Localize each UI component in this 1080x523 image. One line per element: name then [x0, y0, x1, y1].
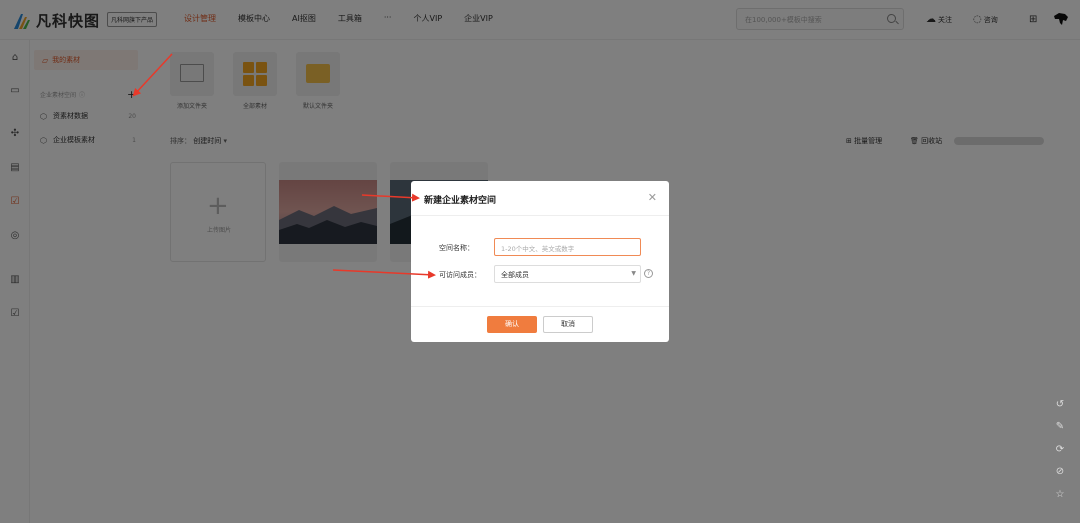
star-icon[interactable]: ☆: [1054, 489, 1066, 501]
access-members-label: 可访问成员：: [439, 271, 481, 279]
chevron-down-icon: ▼: [631, 270, 636, 277]
space-name-input[interactable]: 1-20个中文、英文或数字: [494, 238, 641, 256]
divider: [411, 306, 669, 307]
space-name-placeholder: 1-20个中文、英文或数字: [501, 245, 575, 253]
access-members-select[interactable]: 全部成员 ▼: [494, 265, 641, 283]
new-space-dialog: 新建企业素材空间 ✕ 空间名称： 1-20个中文、英文或数字 可访问成员： 全部…: [411, 181, 669, 342]
cancel-button[interactable]: 取消: [543, 316, 593, 333]
divider: [411, 215, 669, 216]
space-name-label: 空间名称：: [439, 244, 474, 252]
refresh-icon[interactable]: ↺: [1054, 399, 1066, 411]
access-members-value: 全部成员: [501, 271, 529, 279]
close-icon[interactable]: ✕: [648, 191, 657, 204]
floating-toolbar: ↺ ✎ ⟳ ⊘ ☆: [1049, 395, 1071, 507]
compass-icon[interactable]: ⊘: [1054, 466, 1066, 478]
sync-icon[interactable]: ⟳: [1054, 444, 1066, 456]
help-icon[interactable]: ?: [644, 269, 653, 278]
dialog-title: 新建企业素材空间: [424, 196, 497, 206]
confirm-button[interactable]: 确认: [487, 316, 537, 333]
edit-icon[interactable]: ✎: [1054, 421, 1066, 433]
